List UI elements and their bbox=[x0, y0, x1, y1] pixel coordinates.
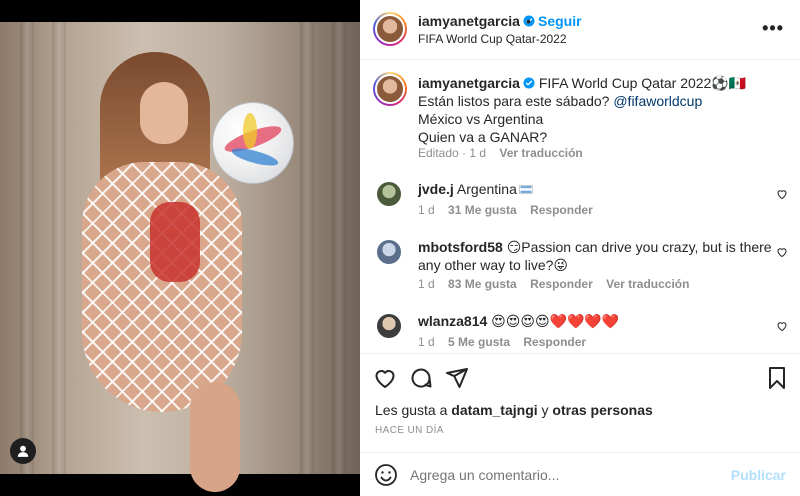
likes-prefix: Les gusta a bbox=[375, 402, 452, 418]
comment-input[interactable] bbox=[410, 467, 710, 483]
comment-likes[interactable]: 83 Me gusta bbox=[448, 277, 517, 291]
comment-user[interactable]: wlanza814 bbox=[418, 313, 487, 329]
post-timestamp[interactable]: HACE UN DÍA bbox=[375, 425, 444, 436]
heart-icon[interactable] bbox=[776, 188, 788, 200]
emoji-icon[interactable] bbox=[374, 463, 398, 487]
comment-user[interactable]: mbotsford58 bbox=[418, 239, 503, 255]
soccer-ball-image bbox=[212, 102, 294, 184]
share-icon[interactable] bbox=[445, 366, 469, 390]
comment-likes[interactable]: 5 Me gusta bbox=[448, 335, 510, 349]
comment-body: 😍😍😍😍❤️❤️❤️❤️ bbox=[491, 313, 620, 329]
comments-section[interactable]: iamyanetgarcia FIFA World Cup Qatar 2022… bbox=[360, 60, 800, 353]
comment-user[interactable]: jvde.j bbox=[418, 181, 454, 197]
likes-middle: y bbox=[537, 402, 553, 418]
heart-icon[interactable] bbox=[776, 320, 788, 332]
liker-username[interactable]: datam_tajngi bbox=[451, 402, 537, 418]
comment-text: wlanza814 😍😍😍😍❤️❤️❤️❤️ bbox=[418, 312, 619, 330]
comment-text: jvde.j Argentina bbox=[418, 180, 533, 198]
action-bar bbox=[360, 353, 800, 401]
caption-line1: FIFA World Cup Qatar 2022⚽🇲🇽 bbox=[538, 75, 747, 91]
caption-meta: Editado · 1 d Ver traducción bbox=[418, 146, 593, 160]
author-username[interactable]: iamyanetgarcia bbox=[418, 13, 535, 29]
comment-meta: 1 d 83 Me gusta Responder Ver traducción bbox=[418, 277, 699, 291]
reply-button[interactable]: Responder bbox=[530, 203, 593, 217]
caption-mention[interactable]: @fifaworldcup bbox=[613, 93, 702, 109]
caption-line3: México vs Argentina bbox=[418, 111, 544, 127]
caption-line2: Están listos para este sábado? bbox=[418, 93, 614, 109]
commenter-avatar[interactable] bbox=[375, 238, 403, 266]
reply-button[interactable]: Responder bbox=[523, 335, 586, 349]
author-avatar[interactable] bbox=[373, 12, 407, 46]
caption-edited: Editado · 1 d bbox=[418, 146, 487, 160]
comment-likes[interactable]: 31 Me gusta bbox=[448, 203, 517, 217]
post-panel: iamyanetgarcia • Seguir FIFA World Cup Q… bbox=[360, 0, 800, 496]
user-tag-icon[interactable] bbox=[10, 438, 36, 464]
follow-button[interactable]: Seguir bbox=[538, 13, 582, 29]
commenter-avatar[interactable] bbox=[375, 312, 403, 340]
publish-button[interactable]: Publicar bbox=[731, 467, 786, 483]
comment-body: Argentina bbox=[456, 181, 517, 197]
caption-author[interactable]: iamyanetgarcia bbox=[418, 75, 520, 91]
others-link[interactable]: otras personas bbox=[552, 402, 652, 418]
commenter-avatar[interactable] bbox=[375, 180, 403, 208]
comment-meta: 1 d 5 Me gusta Responder bbox=[418, 335, 596, 349]
comment-icon[interactable] bbox=[409, 366, 433, 390]
heart-icon[interactable] bbox=[776, 246, 788, 258]
post-photo bbox=[0, 22, 360, 492]
post-location[interactable]: FIFA World Cup Qatar-2022 bbox=[418, 32, 567, 46]
comment-meta: 1 d 31 Me gusta Responder bbox=[418, 203, 603, 217]
post-media[interactable] bbox=[0, 0, 360, 496]
post-header: iamyanetgarcia • Seguir FIFA World Cup Q… bbox=[360, 0, 800, 60]
caption-translate[interactable]: Ver traducción bbox=[499, 146, 582, 160]
verified-badge-icon bbox=[523, 77, 535, 89]
caption-avatar[interactable] bbox=[373, 72, 407, 106]
like-heart-icon[interactable] bbox=[373, 366, 397, 390]
argentina-flag-icon bbox=[518, 185, 533, 194]
comment-composer: Publicar bbox=[360, 452, 800, 496]
comment-time: 1 d bbox=[418, 277, 435, 291]
caption-line4: Quien va a GANAR? bbox=[418, 129, 548, 145]
bookmark-icon[interactable] bbox=[765, 366, 789, 390]
comment-translate[interactable]: Ver traducción bbox=[606, 277, 689, 291]
comment-time: 1 d bbox=[418, 203, 435, 217]
comment-time: 1 d bbox=[418, 335, 435, 349]
reply-button[interactable]: Responder bbox=[530, 277, 593, 291]
more-icon[interactable]: ••• bbox=[762, 18, 784, 39]
comment-text: mbotsford58 😏Passion can drive you crazy… bbox=[418, 238, 778, 274]
caption-text: iamyanetgarcia FIFA World Cup Qatar 2022… bbox=[418, 74, 746, 146]
separator-dot: • bbox=[526, 13, 531, 29]
likes-summary: Les gusta a datam_tajngi y otras persona… bbox=[375, 402, 653, 418]
